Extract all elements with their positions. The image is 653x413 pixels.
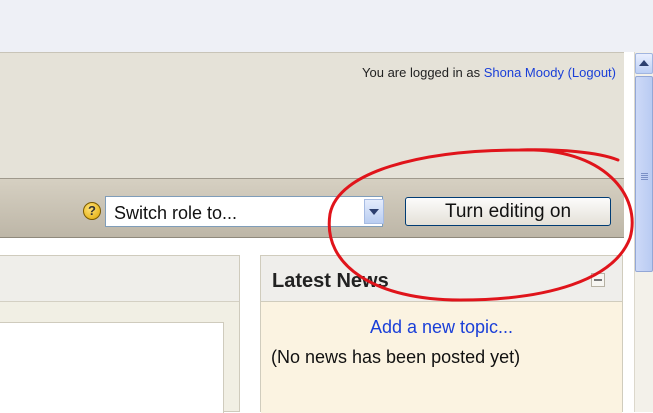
left-content-panel bbox=[0, 255, 240, 413]
latest-news-content: Add a new topic... (No news has been pos… bbox=[261, 302, 622, 413]
add-new-topic-link[interactable]: Add a new topic... bbox=[261, 317, 622, 338]
navigation-bar: ? Switch role to... Turn editing on bbox=[0, 178, 624, 238]
switch-role-selected: Switch role to... bbox=[114, 203, 238, 223]
login-info: You are logged in as Shona Moody (Logout… bbox=[362, 65, 616, 80]
latest-news-block: Latest News Add a new topic... (No news … bbox=[260, 255, 623, 413]
page-header: You are logged in as Shona Moody (Logout… bbox=[0, 52, 624, 179]
switch-role-select[interactable]: Switch role to... bbox=[105, 196, 384, 227]
chevron-down-icon[interactable] bbox=[364, 199, 384, 224]
scrollbar-grip-icon bbox=[641, 173, 648, 180]
latest-news-header: Latest News bbox=[261, 256, 622, 302]
browser-top-strip bbox=[0, 0, 653, 52]
no-news-message: (No news has been posted yet) bbox=[271, 347, 521, 367]
user-profile-link[interactable]: Shona Moody bbox=[484, 65, 564, 80]
help-icon[interactable]: ? bbox=[83, 202, 101, 220]
scrollbar-thumb[interactable] bbox=[635, 76, 653, 272]
login-prefix: You are logged in as bbox=[362, 65, 481, 80]
left-content-box bbox=[0, 322, 224, 413]
latest-news-title: Latest News bbox=[272, 270, 389, 292]
collapse-block-icon[interactable] bbox=[591, 273, 605, 287]
logout-link[interactable]: (Logout) bbox=[568, 65, 616, 80]
turn-editing-on-button[interactable]: Turn editing on bbox=[405, 197, 611, 226]
left-panel-header bbox=[0, 256, 239, 302]
scroll-up-arrow-icon[interactable] bbox=[635, 53, 653, 74]
vertical-scrollbar[interactable] bbox=[634, 52, 653, 412]
